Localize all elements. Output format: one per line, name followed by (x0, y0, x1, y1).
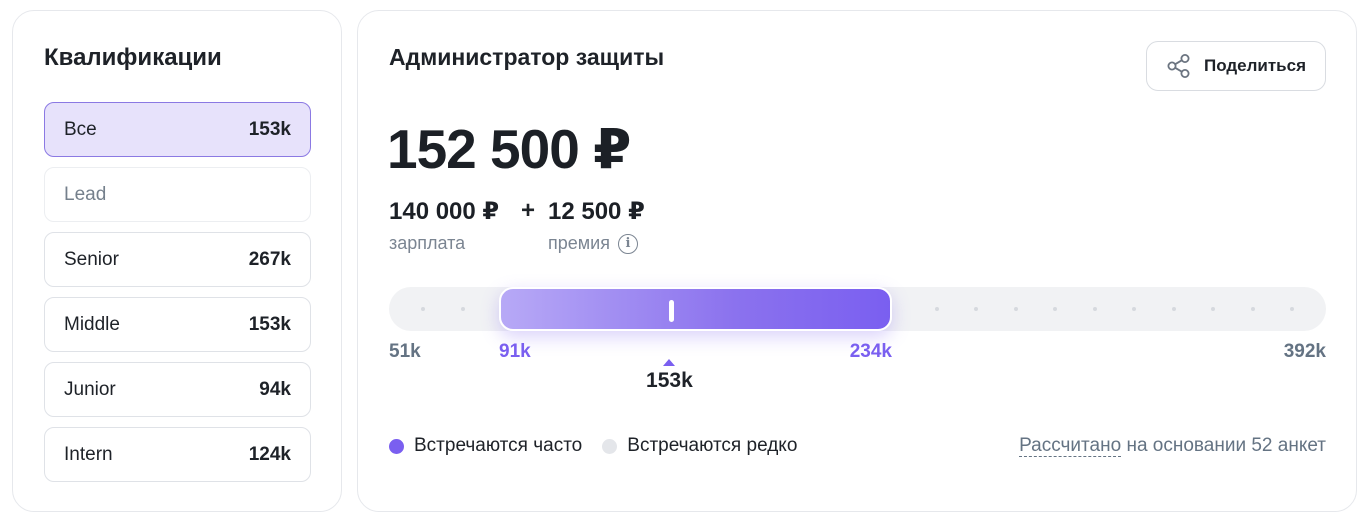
track-dot (1013, 307, 1018, 311)
bonus-label: премия (548, 233, 610, 253)
track-dot (1171, 307, 1176, 311)
track-dot (1250, 307, 1255, 311)
qualifications-title: Квалификации (44, 44, 222, 71)
qualification-label: Lead (64, 183, 107, 205)
qualification-label: Senior (64, 248, 119, 270)
calculation-text: на основании 52 анкет (1121, 435, 1326, 456)
salary-range-track (389, 287, 1326, 331)
qualification-value: 153k (248, 118, 291, 140)
range-min-label: 51k (389, 341, 421, 362)
info-icon[interactable]: i (617, 233, 638, 254)
legend-rare: Встречаются редко (602, 435, 797, 457)
median-line (668, 300, 674, 322)
share-button-label: Поделиться (1203, 56, 1307, 75)
salary-part: 140 000 ₽ зарплата (389, 197, 499, 254)
bonus-part: 12 500 ₽ премия i (548, 197, 645, 254)
salary-label: зарплата (389, 233, 466, 253)
qualification-value: 153k (248, 313, 291, 335)
plus-sign: + (521, 197, 536, 224)
range-low-label: 91k (499, 341, 531, 362)
qualification-item-intern[interactable]: Intern 124k (44, 427, 311, 482)
qualification-label: Junior (64, 378, 116, 400)
qualification-list: Все 153k Lead Senior 267k Middle 153k Junior 94k… (44, 102, 311, 492)
qualification-item-junior[interactable]: Junior 94k (44, 362, 311, 417)
calculation-link[interactable]: Рассчитано (1019, 435, 1122, 457)
track-dot (460, 307, 465, 311)
qualification-value: 124k (248, 443, 291, 465)
track-dot (1132, 307, 1136, 311)
job-title: Администратор защиты (389, 44, 665, 70)
rare-dot (602, 438, 618, 454)
qualification-label: Middle (64, 313, 120, 335)
total-amount: 152 500 ₽ (387, 118, 631, 180)
track-dot (1211, 307, 1215, 311)
salary-amount: 140 000 ₽ (389, 198, 500, 225)
salary-range-bar (499, 287, 892, 331)
range-max-label: 392k (1283, 341, 1326, 362)
share-button[interactable]: Поделиться (1146, 41, 1326, 91)
bonus-amount: 12 500 ₽ (548, 198, 645, 225)
calculation-footnote: Рассчитано на основании 52 анкет (1019, 435, 1326, 457)
track-dot (1290, 307, 1294, 311)
qualification-value: 267k (248, 248, 291, 270)
legend-frequent-label: Встречаются часто (414, 435, 583, 456)
qualification-value: 94k (259, 378, 291, 400)
track-dot (1053, 307, 1057, 311)
median-label: 153k (646, 369, 693, 392)
legend: Встречаются часто Встречаются редко (389, 435, 797, 457)
share-icon (1167, 54, 1190, 78)
median-marker (663, 359, 676, 366)
qualifications-panel: Квалификации Все 153k Lead Senior 267k Middle… (12, 10, 342, 512)
track-dot (934, 307, 939, 311)
salary-panel: Администратор защиты Поделиться 152 500 … (357, 10, 1357, 512)
qualification-item-lead: Lead (44, 167, 311, 222)
qualification-item-senior[interactable]: Senior 267k (44, 232, 311, 287)
range-high-label: 234k (849, 341, 892, 362)
track-dot (1092, 307, 1097, 311)
track-dot (421, 307, 425, 311)
qualification-label: Все (64, 118, 97, 140)
frequent-dot (389, 438, 404, 454)
qualification-item-middle[interactable]: Middle 153k (44, 297, 311, 352)
legend-frequent: Встречаются часто (389, 435, 582, 457)
qualification-item-все[interactable]: Все 153k (44, 102, 311, 157)
track-dot (974, 307, 978, 311)
qualification-label: Intern (64, 443, 113, 465)
legend-rare-label: Встречаются редко (627, 435, 798, 456)
